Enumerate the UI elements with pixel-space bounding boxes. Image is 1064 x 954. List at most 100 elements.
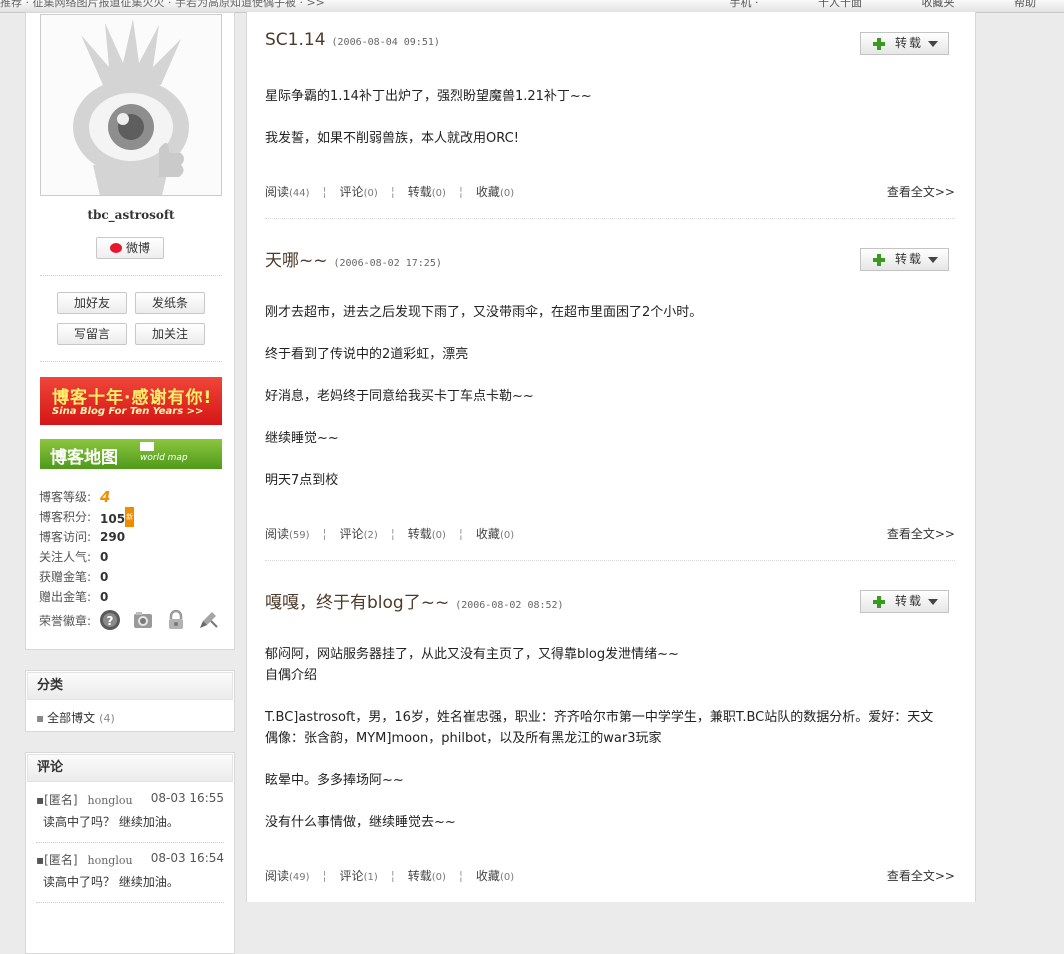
pen-badge-icon[interactable] [197,609,219,631]
comment-link[interactable]: 评论(1) [340,867,378,884]
stat-value[interactable]: 4 [100,487,110,507]
post-time: (2006-08-02 17:25) [334,258,442,269]
follow-button[interactable]: 加关注 [135,323,205,345]
posts-column: SC1.14 (2006-08-04 09:51) 转载 星际争霸的1.14补丁出… [246,12,976,902]
divider [40,275,222,276]
comment-item: ▪[匿名]honglou08-03 16:55 读高中了吗？ 继续加油。 [36,783,224,843]
comment-item: ▪[匿名]honglou08-03 16:54 读高中了吗？ 继续加油。 [36,843,224,903]
comment-link[interactable]: 评论(2) [340,525,378,542]
blog-map-banner[interactable]: 博客地图 world map [40,439,222,469]
stat-value: 0 [100,567,108,587]
favorite-link[interactable]: 收藏(0) [476,525,514,542]
stat-value: 0 [100,547,108,567]
weibo-button[interactable]: 微博 [96,237,164,259]
top-link-mobile[interactable]: 手机 · [730,0,759,10]
page: tbc_astrosoft 微博 加好友 发纸条 写留言 加关注 博客十年·感谢… [25,12,975,902]
bullet-icon: ▪ [36,853,44,867]
post-body: 刚才去超市，进去之后发现下雨了，又没带雨伞，在超市里面困了2个小时。 终于看到了… [265,302,935,491]
post-title-link[interactable]: 嘎嘎，终于有blog了~~ [265,593,449,613]
post-title-link[interactable]: SC1.14 [265,30,326,50]
comment-author: [匿名] [44,853,77,867]
post-title-link[interactable]: 天哪~~ [265,251,328,271]
stat-badges: 荣誉徽章: ? [39,607,229,635]
stat-value: 290 [100,527,125,547]
post-paragraph: 没有什么事情做，继续睡觉去~~ [265,812,935,833]
banner-title: 博客十年·感谢有你! [52,383,212,408]
plus-icon [873,254,885,266]
lock-badge-icon[interactable] [165,609,187,631]
read-link[interactable]: 阅读(44) [265,183,310,200]
post-paragraph: 郁闷阿，网站服务器挂了，从此又没有主页了，又得靠blog发泄情绪~~ 自偶介绍 [265,644,935,686]
comment-time: 08-03 16:54 [151,851,224,865]
triangle-down-icon [928,41,938,47]
post-paragraph: 我发誓，如果不削弱兽族，本人就改用ORC! [265,128,935,149]
read-more-link[interactable]: 查看全文>> [887,867,955,884]
question-badge-icon[interactable]: ? [99,609,121,631]
category-count: (4) [99,712,115,725]
post-title: 天哪~~ (2006-08-02 17:25) [265,246,442,271]
post-paragraph: 眩晕中。多多捧场阿~~ [265,770,935,791]
favorite-link[interactable]: 收藏(0) [476,183,514,200]
top-notice[interactable]: 推荐 · 征集网络图片报道征集火火 · 手若为高原知道使偶子被 · >> [0,0,325,10]
repost-button[interactable]: 转载 [860,32,949,55]
repost-link[interactable]: 转载(0) [408,183,446,200]
stat-followers: 关注人气:0 [39,547,229,567]
divider [40,361,222,362]
map-arrow-icon [140,442,154,451]
stat-points: 博客积分:105新 [39,507,229,527]
top-link-help[interactable]: 帮助 [1014,0,1036,10]
read-more-link[interactable]: 查看全文>> [887,183,955,200]
plus-icon [873,38,885,50]
read-more-link[interactable]: 查看全文>> [887,525,955,542]
comments-title: 评论 [27,754,233,782]
comment-meta: ▪[匿名]honglou08-03 16:54 [36,851,224,868]
avatar[interactable] [40,14,222,196]
comment-text[interactable]: 读高中了吗？ 继续加油。 [43,813,179,830]
category-item: ▪全部博文(4) [26,701,234,731]
favorite-link[interactable]: 收藏(0) [476,867,514,884]
plus-icon [873,596,885,608]
post-footer: 阅读(49)¦评论(1)¦转载(0)¦收藏(0) 查看全文>> [265,867,955,883]
post-paragraph: T.BC]astrosoft，男，16岁，姓名崔忠强，职业：齐齐哈尔市第一中学学… [265,707,935,749]
add-friend-button[interactable]: 加好友 [57,292,127,314]
post-divider [265,218,955,219]
repost-button[interactable]: 转载 [860,248,949,271]
blog-stats: 博客等级:4 博客积分:105新 博客访问:290 关注人气:0 获赠金笔:0 … [39,487,229,635]
weibo-icon [110,243,122,253]
stat-value: 105新 [100,507,134,529]
comment-nick: honglou [88,794,133,807]
read-link[interactable]: 阅读(59) [265,525,310,542]
bullet-icon: ▪ [36,793,44,807]
repost-button-label: 转载 [895,33,923,54]
comment-author: [匿名] [44,793,77,807]
post-time: (2006-08-04 09:51) [332,37,440,48]
top-link-favorites[interactable]: 收藏夹 [922,0,955,10]
blog-ten-years-banner[interactable]: 博客十年·感谢有你! Sina Blog For Ten Years >> [40,377,222,425]
post-body: 星际争霸的1.14补丁出炉了，强烈盼望魔兽1.21补丁~~ 我发誓，如果不削弱兽… [265,86,935,149]
post-paragraph: 终于看到了传说中的2道彩虹，漂亮 [265,344,935,365]
banner-subtitle: Sina Blog For Ten Years >> [52,406,203,417]
stat-value: 0 [100,587,108,607]
comment-text[interactable]: 读高中了吗？ 继续加油。 [43,873,179,890]
camera-badge-icon[interactable] [132,609,154,631]
repost-link[interactable]: 转载(0) [408,525,446,542]
post-body: 郁闷阿，网站服务器挂了，从此又没有主页了，又得靠blog发泄情绪~~ 自偶介绍 … [265,644,935,833]
stat-level: 博客等级:4 [39,487,229,507]
category-link[interactable]: 全部博文 [47,711,95,725]
badge-list: ? [99,605,226,633]
repost-link[interactable]: 转载(0) [408,867,446,884]
repost-button[interactable]: 转载 [860,590,949,613]
read-link[interactable]: 阅读(49) [265,867,310,884]
write-message-button[interactable]: 写留言 [57,323,127,345]
post-paragraph: 好消息，老妈终于同意给我买卡丁车点卡勒~~ [265,386,935,407]
send-note-button[interactable]: 发纸条 [135,292,205,314]
post-title: SC1.14 (2006-08-04 09:51) [265,30,440,50]
post-paragraph: 继续睡觉~~ [265,428,935,449]
comment-link[interactable]: 评论(0) [340,183,378,200]
categories-title: 分类 [27,672,233,700]
post-footer: 阅读(59)¦评论(2)¦转载(0)¦收藏(0) 查看全文>> [265,525,955,541]
sidebar: tbc_astrosoft 微博 加好友 发纸条 写留言 加关注 博客十年·感谢… [25,12,235,954]
repost-button-label: 转载 [895,249,923,270]
top-link-personal[interactable]: 千人千面 [818,0,862,10]
username: tbc_astrosoft [26,208,236,222]
